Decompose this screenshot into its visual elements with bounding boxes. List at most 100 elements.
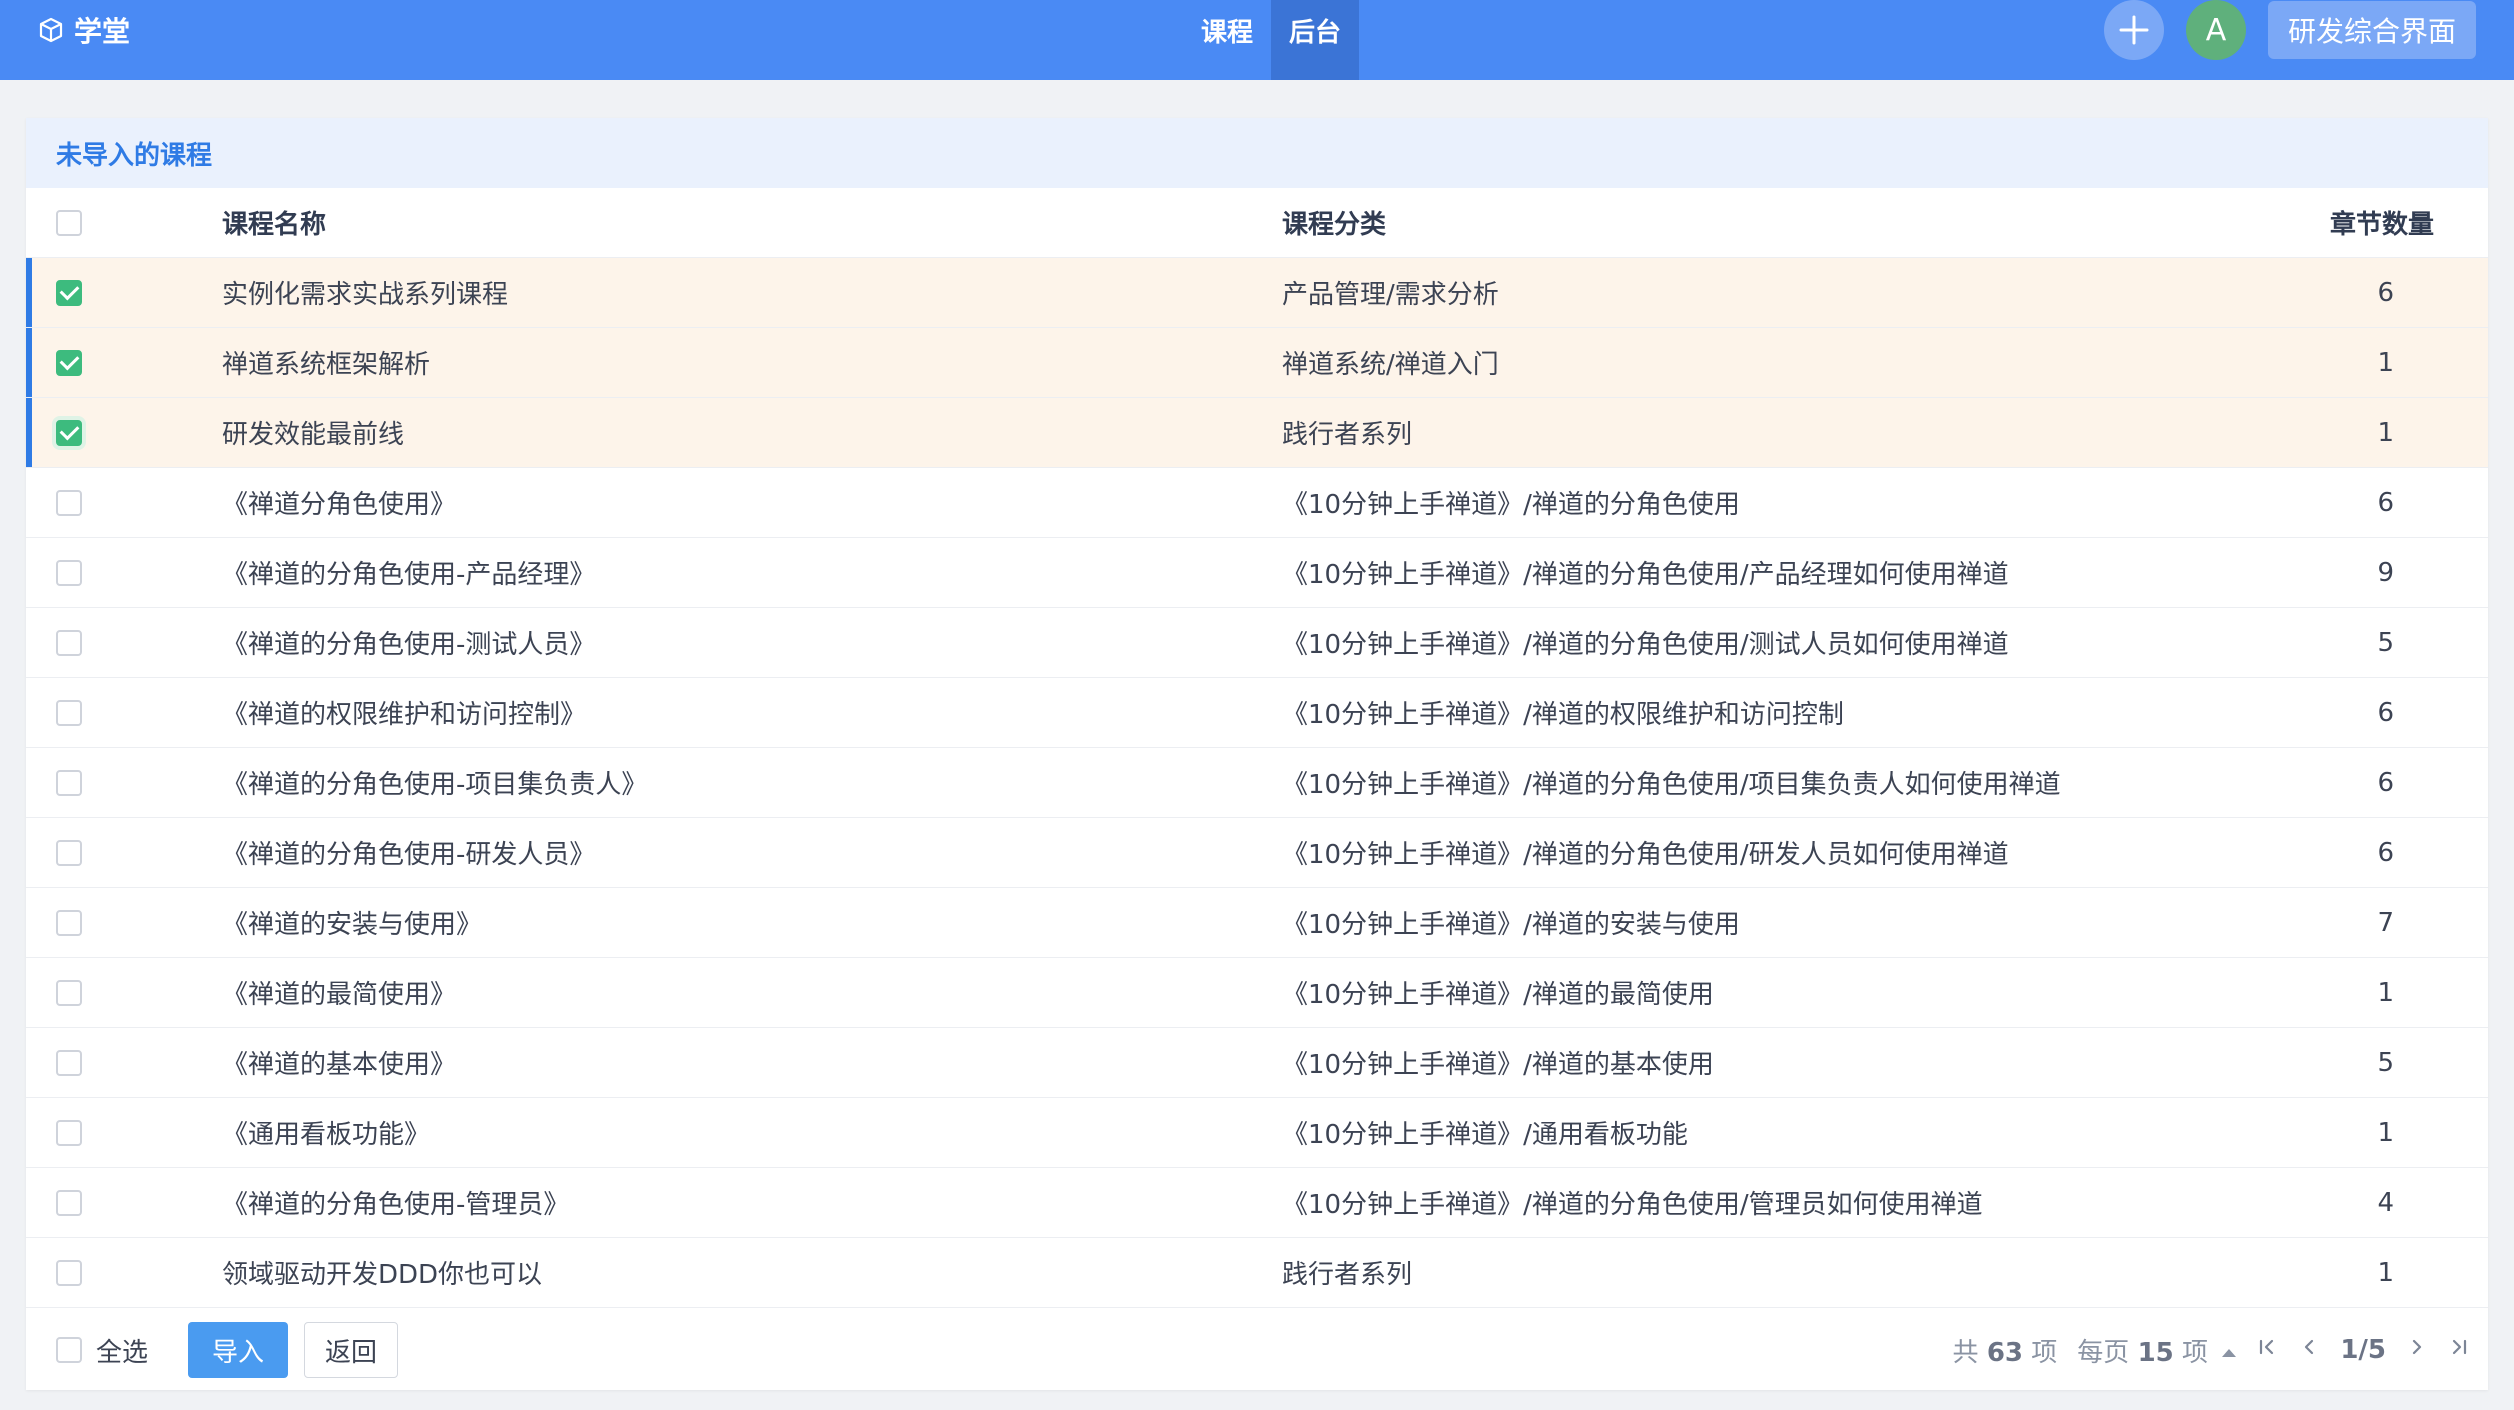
- course-category: 《10分钟上手禅道》/禅道的基本使用: [1282, 1050, 1714, 1080]
- course-category: 《10分钟上手禅道》/禅道的分角色使用/项目集负责人如何使用禅道: [1282, 770, 2061, 800]
- row-checkbox[interactable]: [56, 769, 82, 796]
- row-checkbox[interactable]: [56, 1259, 82, 1286]
- row-checkbox[interactable]: [56, 489, 82, 516]
- back-button[interactable]: 返回: [304, 1322, 399, 1378]
- chapter-count: 4: [2377, 1187, 2394, 1218]
- table-row[interactable]: 禅道系统框架解析 禅道系统/禅道入门 1: [26, 328, 2488, 398]
- table-row[interactable]: 研发效能最前线 践行者系列 1: [26, 398, 2488, 468]
- table-row[interactable]: 《禅道的分角色使用-管理员》 《10分钟上手禅道》/禅道的分角色使用/管理员如何…: [26, 1168, 2488, 1238]
- course-name: 《禅道的基本使用》: [222, 1050, 457, 1080]
- chapter-count: 1: [2377, 347, 2394, 378]
- course-name: 研发效能最前线: [222, 420, 405, 450]
- page-indicator: 1/5: [2340, 1335, 2386, 1365]
- course-category: 《10分钟上手禅道》/禅道的分角色使用/研发人员如何使用禅道: [1282, 840, 2009, 870]
- panel-title: 未导入的课程: [26, 118, 2488, 188]
- next-page-icon[interactable]: [2406, 1336, 2428, 1364]
- first-page-icon[interactable]: [2256, 1336, 2278, 1364]
- course-name: 实例化需求实战系列课程: [222, 280, 509, 310]
- course-name: 《禅道的分角色使用-产品经理》: [222, 560, 596, 590]
- row-checkbox[interactable]: [56, 839, 82, 866]
- chapter-count: 6: [2377, 697, 2394, 728]
- navbar-actions: A 研发综合界面: [2103, 0, 2476, 60]
- avatar[interactable]: A: [2185, 0, 2246, 60]
- tab-admin[interactable]: 后台: [1271, 0, 1360, 80]
- table-row[interactable]: 实例化需求实战系列课程 产品管理/需求分析 6: [26, 258, 2488, 328]
- chapter-count: 1: [2377, 1117, 2394, 1148]
- row-checkbox[interactable]: [56, 1049, 82, 1076]
- plus-icon: [2119, 15, 2149, 45]
- course-name: 《禅道的安装与使用》: [222, 910, 483, 940]
- row-checkbox[interactable]: [56, 279, 82, 306]
- chapter-count: 5: [2377, 627, 2394, 658]
- course-name: 禅道系统框架解析: [222, 350, 431, 380]
- table-row[interactable]: 《禅道的分角色使用-项目集负责人》 《10分钟上手禅道》/禅道的分角色使用/项目…: [26, 748, 2488, 818]
- row-checkbox[interactable]: [56, 1189, 82, 1216]
- chapter-count: 1: [2377, 1257, 2394, 1288]
- row-checkbox[interactable]: [56, 419, 82, 446]
- table-row[interactable]: 《禅道的分角色使用-研发人员》 《10分钟上手禅道》/禅道的分角色使用/研发人员…: [26, 818, 2488, 888]
- brand-name: 学堂: [74, 15, 131, 48]
- header-select-checkbox[interactable]: [56, 209, 82, 236]
- prev-page-icon[interactable]: [2298, 1336, 2320, 1364]
- table-row[interactable]: 《禅道的分角色使用-测试人员》 《10分钟上手禅道》/禅道的分角色使用/测试人员…: [26, 608, 2488, 678]
- chapter-count: 6: [2377, 487, 2394, 518]
- chapter-count: 1: [2377, 977, 2394, 1008]
- row-checkbox[interactable]: [56, 349, 82, 376]
- row-checkbox[interactable]: [56, 1119, 82, 1146]
- course-name: 《禅道的分角色使用-测试人员》: [222, 630, 596, 660]
- column-header-name: 课程名称: [222, 210, 327, 240]
- table-row[interactable]: 《禅道的安装与使用》 《10分钟上手禅道》/禅道的安装与使用 7: [26, 888, 2488, 958]
- project-switch-button[interactable]: 研发综合界面: [2267, 1, 2476, 59]
- unimported-courses-panel: 未导入的课程 课程名称 课程分类 章节数量 实例化需求实战系列课程 产品管理/需…: [26, 118, 2488, 1390]
- chapter-count: 5: [2377, 1047, 2394, 1078]
- table-row[interactable]: 《禅道的最简使用》 《10分钟上手禅道》/禅道的最简使用 1: [26, 958, 2488, 1028]
- chapter-count: 6: [2377, 767, 2394, 798]
- course-category: 践行者系列: [1282, 420, 1413, 450]
- row-checkbox[interactable]: [56, 699, 82, 726]
- last-page-icon[interactable]: [2448, 1336, 2470, 1364]
- row-checkbox[interactable]: [56, 909, 82, 936]
- top-navbar: 学堂 课程 后台 A 研发综合界面: [0, 0, 2514, 80]
- import-button[interactable]: 导入: [188, 1322, 289, 1378]
- select-all-checkbox[interactable]: [56, 1337, 82, 1363]
- table-row[interactable]: 《禅道的基本使用》 《10分钟上手禅道》/禅道的基本使用 5: [26, 1028, 2488, 1098]
- course-name: 《禅道的权限维护和访问控制》: [222, 700, 587, 730]
- pagination: 共 63 项 每页 15 项 1/5: [1953, 1310, 2470, 1390]
- nav-tabs: 课程 后台: [1183, 0, 1360, 80]
- course-category: 《10分钟上手禅道》/禅道的权限维护和访问控制: [1282, 700, 1844, 730]
- table-row[interactable]: 领域驱动开发DDD你也可以 践行者系列 1: [26, 1238, 2488, 1308]
- course-category: 《10分钟上手禅道》/禅道的分角色使用/测试人员如何使用禅道: [1282, 630, 2009, 660]
- course-category: 产品管理/需求分析: [1282, 280, 1499, 310]
- course-category: 《10分钟上手禅道》/禅道的分角色使用/产品经理如何使用禅道: [1282, 560, 2009, 590]
- page-size-selector[interactable]: 每页 15 项: [2077, 1332, 2237, 1369]
- brand[interactable]: 学堂: [38, 0, 130, 60]
- table-row[interactable]: 《禅道的权限维护和访问控制》 《10分钟上手禅道》/禅道的权限维护和访问控制 6: [26, 678, 2488, 748]
- course-name: 领域驱动开发DDD你也可以: [222, 1260, 543, 1290]
- table-row[interactable]: 《通用看板功能》 《10分钟上手禅道》/通用看板功能 1: [26, 1098, 2488, 1168]
- chapter-count: 7: [2377, 907, 2394, 938]
- course-category: 《10分钟上手禅道》/禅道的分角色使用/管理员如何使用禅道: [1282, 1190, 1983, 1220]
- row-checkbox[interactable]: [56, 629, 82, 656]
- course-name: 《禅道的分角色使用-管理员》: [222, 1190, 570, 1220]
- select-all-label[interactable]: 全选: [96, 1332, 148, 1369]
- course-name: 《禅道的分角色使用-研发人员》: [222, 840, 596, 870]
- chapter-count: 9: [2377, 557, 2394, 588]
- course-name: 《禅道的分角色使用-项目集负责人》: [222, 770, 648, 800]
- course-name: 《禅道分角色使用》: [222, 490, 457, 520]
- add-button[interactable]: [2103, 0, 2164, 60]
- course-category: 《10分钟上手禅道》/禅道的分角色使用: [1282, 490, 1740, 520]
- table-row[interactable]: 《禅道的分角色使用-产品经理》 《10分钟上手禅道》/禅道的分角色使用/产品经理…: [26, 538, 2488, 608]
- table-body: 实例化需求实战系列课程 产品管理/需求分析 6 禅道系统框架解析 禅道系统/禅道…: [26, 258, 2488, 1308]
- chapter-count: 1: [2377, 417, 2394, 448]
- row-checkbox[interactable]: [56, 979, 82, 1006]
- course-category: 禅道系统/禅道入门: [1282, 350, 1499, 380]
- course-name: 《通用看板功能》: [222, 1120, 431, 1150]
- tab-courses[interactable]: 课程: [1183, 0, 1271, 80]
- column-header-category: 课程分类: [1282, 210, 1387, 240]
- column-header-chapters[interactable]: 章节数量: [2312, 204, 2462, 241]
- row-checkbox[interactable]: [56, 559, 82, 586]
- table-row[interactable]: 《禅道分角色使用》 《10分钟上手禅道》/禅道的分角色使用 6: [26, 468, 2488, 538]
- course-category: 践行者系列: [1282, 1260, 1413, 1290]
- total-count: 共 63 项: [1952, 1337, 2058, 1368]
- course-category: 《10分钟上手禅道》/禅道的安装与使用: [1282, 910, 1740, 940]
